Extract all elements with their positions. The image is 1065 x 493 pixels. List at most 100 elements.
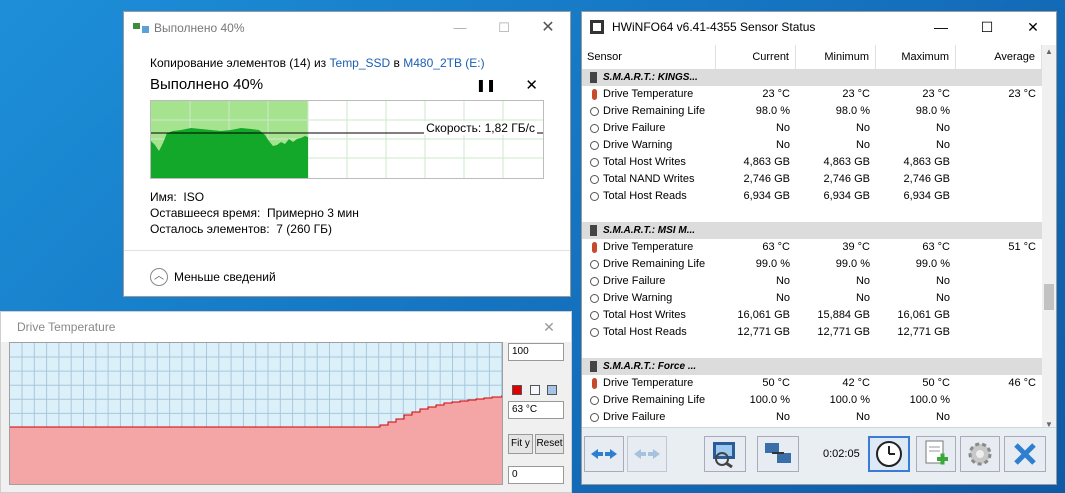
sensor-row[interactable]: Drive Failure No No No <box>582 120 1042 137</box>
reset-button[interactable]: Reset <box>535 434 564 454</box>
maximize-button[interactable]: ☐ <box>482 12 526 44</box>
copy-details: Имя: ISO Оставшееся время: Примерно 3 ми… <box>150 189 544 237</box>
scroll-up-icon[interactable]: ▲ <box>1042 47 1056 56</box>
close-icon[interactable]: ✕ <box>525 76 538 94</box>
vertical-scrollbar[interactable]: ▲ ▼ <box>1042 45 1056 431</box>
sensor-row[interactable]: Total Host Writes 16,061 GB 15,884 GB 16,06… <box>582 307 1042 324</box>
minimum-value: 6,934 GB <box>823 190 870 202</box>
group-label: S.M.A.R.T.: Force ... <box>603 361 697 372</box>
col-minimum[interactable]: Minimum <box>796 45 876 69</box>
close-sensors-button[interactable] <box>1004 436 1046 472</box>
minimum-value: 2,746 GB <box>823 173 870 185</box>
sensor-name: Drive Failure <box>582 120 716 137</box>
current-value: No <box>775 411 790 423</box>
minimum-value: 98.0 % <box>835 105 870 117</box>
sensor-name: Drive Remaining Life <box>582 103 716 120</box>
sensor-group-row[interactable]: S.M.A.R.T.: Force ... <box>582 358 1042 375</box>
scrollbar-thumb[interactable] <box>1044 284 1054 310</box>
sensor-table-body: S.M.A.R.T.: KINGS... Drive Temperature 23 … <box>582 69 1042 426</box>
temperature-graph <box>9 342 503 485</box>
col-average[interactable]: Average <box>956 45 1042 69</box>
average-value: 51 °C <box>1008 241 1036 253</box>
sensor-row[interactable]: Drive Remaining Life 100.0 % 100.0 % 100.0 … <box>582 392 1042 409</box>
sensor-row[interactable]: Drive Warning No No No <box>582 137 1042 154</box>
sensor-row[interactable]: Drive Temperature 50 °C 42 °C 50 °C 46 °C <box>582 375 1042 392</box>
sensor-row[interactable]: Drive Remaining Life 99.0 % 99.0 % 99.0 % <box>582 256 1042 273</box>
clock-reset-button[interactable] <box>868 436 910 472</box>
current-value: No <box>775 275 790 287</box>
sensor-row[interactable]: Drive Remaining Life 98.0 % 98.0 % 98.0 % <box>582 103 1042 120</box>
minimum-value: No <box>855 292 870 304</box>
network-icon <box>765 443 791 463</box>
current-value-box: 63 °C <box>508 401 564 419</box>
current-value: 4,863 GB <box>743 156 790 168</box>
sensor-row[interactable]: Drive Failure No No No <box>582 409 1042 426</box>
network-button[interactable] <box>757 436 799 472</box>
sensor-group-row[interactable]: S.M.A.R.T.: KINGS... <box>582 69 1042 86</box>
source-link[interactable]: Temp_SSD <box>330 56 391 70</box>
close-icon <box>1014 443 1036 465</box>
current-value: 50 °C <box>762 377 790 389</box>
sensor-name: Total Host Reads <box>582 188 716 205</box>
clock-icon <box>590 141 599 150</box>
monitor-search-icon <box>713 442 735 469</box>
col-sensor[interactable]: Sensor <box>582 45 716 69</box>
minimum-value: 100.0 % <box>829 394 870 406</box>
sensor-label: Drive Remaining Life <box>603 394 706 406</box>
maximum-value: 99.0 % <box>915 258 950 270</box>
close-button[interactable]: ✕ <box>526 12 570 44</box>
sensor-row[interactable]: Drive Warning No No No <box>582 290 1042 307</box>
close-button[interactable]: ✕ <box>527 312 571 342</box>
log-file-button[interactable] <box>916 436 956 472</box>
average-value <box>956 409 1042 426</box>
hwinfo-titlebar[interactable]: HWiNFO64 v6.41-4355 Sensor Status — ☐ ✕ <box>582 12 1056 42</box>
group-fill <box>716 69 1042 86</box>
clock-icon <box>590 328 599 337</box>
minimize-button[interactable]: — <box>438 12 482 44</box>
temp-titlebar[interactable]: Drive Temperature ✕ <box>1 312 571 342</box>
line-color-swatch[interactable] <box>512 385 522 395</box>
fit-y-button[interactable]: Fit y <box>508 434 533 454</box>
sensor-name: Total Host Writes <box>582 154 716 171</box>
sensor-row[interactable]: Drive Temperature 63 °C 39 °C 63 °C 51 °C <box>582 239 1042 256</box>
col-current[interactable]: Current <box>716 45 796 69</box>
grid-color-swatch[interactable] <box>547 385 557 395</box>
min-value-box: 0 <box>508 466 564 484</box>
main-window-button[interactable] <box>704 436 746 472</box>
copy-titlebar[interactable]: Выполнено 40% — ☐ ✕ <box>124 12 570 44</box>
settings-button[interactable] <box>960 436 1000 472</box>
name-value: ISO <box>183 190 205 204</box>
maximize-button[interactable]: ☐ <box>964 12 1010 42</box>
current-value: 99.0 % <box>755 258 790 270</box>
sensor-name: Drive Temperature <box>582 375 716 392</box>
progress-heading-text: Выполнено 40% <box>150 76 264 93</box>
sensor-row[interactable]: Total Host Reads 12,771 GB 12,771 GB 12,771… <box>582 324 1042 341</box>
minimum-value: 23 °C <box>842 88 870 100</box>
copy-description-mid: в <box>390 56 404 70</box>
bg-color-swatch[interactable] <box>530 385 540 395</box>
sensor-row[interactable]: Total Host Writes 4,863 GB 4,863 GB 4,863 G… <box>582 154 1042 171</box>
group-fill <box>716 222 1042 239</box>
minimize-button[interactable]: — <box>918 12 964 42</box>
sensor-label: Total Host Reads <box>603 190 687 202</box>
average-value <box>956 120 1042 137</box>
col-maximum[interactable]: Maximum <box>876 45 956 69</box>
destination-link[interactable]: M480_2TB (E:) <box>403 56 484 70</box>
sensor-row[interactable]: Drive Temperature 23 °C 23 °C 23 °C 23 °C <box>582 86 1042 103</box>
sensor-group-row[interactable]: S.M.A.R.T.: MSI M... <box>582 222 1042 239</box>
arrows-disabled-button[interactable] <box>627 436 667 472</box>
expand-collapse-button[interactable] <box>584 436 624 472</box>
average-value <box>956 154 1042 171</box>
sensor-row[interactable]: Total Host Reads 6,934 GB 6,934 GB 6,934 GB <box>582 188 1042 205</box>
close-button[interactable]: ✕ <box>1010 12 1056 42</box>
sensor-row[interactable]: Total NAND Writes 2,746 GB 2,746 GB 2,746 G… <box>582 171 1042 188</box>
sensor-row[interactable]: Drive Failure No No No <box>582 273 1042 290</box>
clock-icon <box>590 124 599 133</box>
pause-icon[interactable]: ❚❚ <box>476 78 496 92</box>
maximum-value: No <box>935 122 950 134</box>
maximum-value: 16,061 GB <box>897 309 950 321</box>
items-label: Осталось элементов: <box>150 222 270 236</box>
sensor-name: Drive Failure <box>582 273 716 290</box>
temperature-graph-canvas <box>10 343 503 485</box>
less-details-button[interactable]: ︿ Меньше сведений <box>150 268 276 286</box>
